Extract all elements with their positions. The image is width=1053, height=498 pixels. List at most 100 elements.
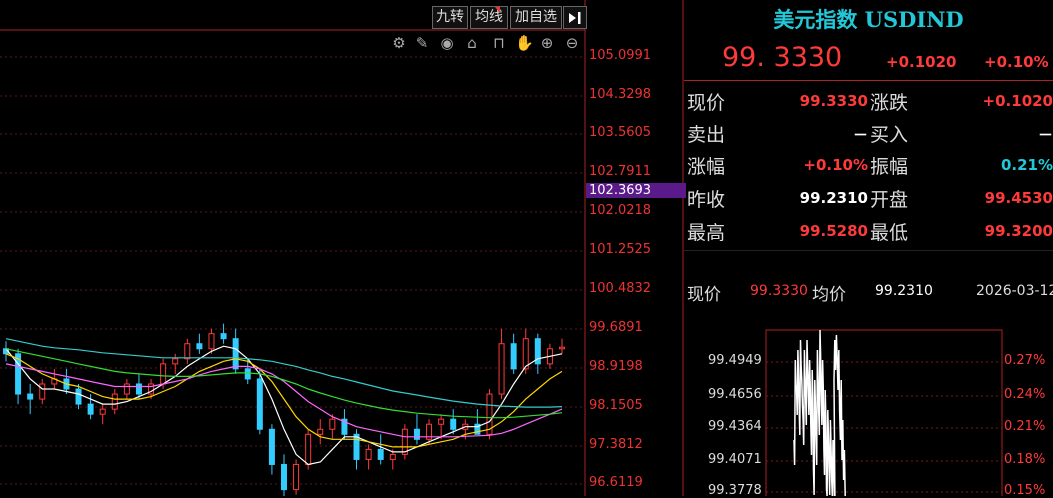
divider bbox=[684, 250, 1053, 251]
ma-button[interactable]: 均线 bbox=[470, 6, 508, 29]
quote-label: 最高 bbox=[687, 222, 726, 244]
quote-label: 涨跌 bbox=[870, 92, 909, 114]
price-tick-label: 102.7911 bbox=[589, 164, 652, 179]
kline-chart[interactable]: 九转 均线 加自选 ⚙ ✎ ◉ ⌂ ⊓ ✋ ⊕ ⊖ bbox=[0, 0, 684, 496]
zoom-out-icon[interactable]: ⊖ bbox=[563, 34, 581, 52]
quote-change: +0.1020 bbox=[886, 53, 957, 71]
quote-label: 卖出 bbox=[687, 124, 726, 146]
candle bbox=[389, 453, 396, 460]
candle bbox=[450, 418, 457, 430]
candle bbox=[329, 418, 336, 430]
candle bbox=[268, 428, 275, 465]
candle bbox=[135, 383, 142, 395]
quote-label: 振幅 bbox=[870, 156, 909, 178]
eye-icon[interactable]: ◉ bbox=[438, 34, 456, 52]
quote-label: 最低 bbox=[870, 222, 909, 244]
intraday-pct-tick: 0.24% bbox=[1004, 387, 1046, 402]
candle bbox=[281, 463, 287, 491]
candle bbox=[377, 448, 384, 460]
candle bbox=[184, 343, 191, 360]
intraday-avg-value: 99.2310 bbox=[875, 283, 933, 299]
jiuzhuan-button[interactable]: 九转 bbox=[432, 6, 468, 29]
quote-value: +0.10% bbox=[803, 156, 868, 174]
intraday-chart[interactable] bbox=[684, 320, 1053, 496]
price-tick-label: 99.6891 bbox=[589, 320, 643, 335]
intraday-pct-tick: 0.18% bbox=[1004, 452, 1046, 467]
candle bbox=[293, 463, 300, 491]
intraday-price-value: 99.3330 bbox=[750, 283, 808, 299]
candle bbox=[27, 393, 34, 400]
add-watch-button[interactable]: 加自选 bbox=[510, 6, 562, 29]
candle bbox=[99, 408, 106, 415]
candle bbox=[522, 338, 529, 370]
price-tick-label: 104.3298 bbox=[589, 87, 652, 102]
quote-value: － bbox=[852, 126, 868, 144]
intraday-price-tick: 99.4656 bbox=[708, 387, 762, 402]
price-tick-label: 105.0991 bbox=[589, 48, 652, 63]
candle bbox=[75, 388, 82, 405]
candle bbox=[510, 343, 517, 370]
candle bbox=[123, 383, 130, 395]
intraday-date: 2026-03-12 bbox=[976, 283, 1053, 299]
intraday-price-line bbox=[793, 329, 846, 496]
quote-label: 现价 bbox=[687, 92, 726, 114]
intraday-price-label: 现价 bbox=[687, 285, 721, 305]
quote-panel: 美元指数 USDIND 99. 3330 +0.1020 +0.10% 现价 99… bbox=[684, 0, 1053, 498]
ma-dropdown-marker bbox=[495, 7, 500, 13]
settings-icon[interactable]: ⚙ bbox=[390, 34, 408, 52]
quote-value: +0.1020 bbox=[982, 92, 1053, 110]
quote-value: － bbox=[1037, 126, 1053, 144]
intraday-pct-tick: 0.27% bbox=[1004, 353, 1046, 368]
intraday-price-tick: 99.4071 bbox=[708, 452, 762, 467]
candle bbox=[172, 358, 179, 365]
candle bbox=[317, 428, 324, 435]
candle bbox=[196, 343, 203, 350]
quote-value: 99.2310 bbox=[799, 189, 868, 207]
candle bbox=[438, 418, 445, 425]
price-tick-label: 103.5605 bbox=[589, 125, 652, 140]
quote-price: 99. 3330 bbox=[722, 42, 843, 73]
basket-icon[interactable]: ⌂ bbox=[463, 34, 481, 52]
quote-value: 99.4530 bbox=[984, 189, 1053, 207]
quote-label: 涨幅 bbox=[687, 156, 726, 178]
price-tick-label: 101.2525 bbox=[589, 242, 652, 257]
collapse-right-icon[interactable] bbox=[563, 6, 587, 29]
quote-label: 买入 bbox=[870, 124, 909, 146]
quote-value: 0.21% bbox=[1000, 156, 1053, 174]
candle bbox=[39, 383, 46, 400]
intraday-price-tick: 99.4949 bbox=[708, 353, 762, 368]
candle bbox=[244, 368, 251, 380]
candle bbox=[365, 448, 372, 460]
intraday-price-tick: 99.4364 bbox=[708, 419, 762, 434]
zoom-in-icon[interactable]: ⊕ bbox=[538, 34, 556, 52]
candle bbox=[160, 363, 167, 385]
candle bbox=[256, 378, 263, 430]
candle bbox=[413, 428, 420, 440]
kline-svg[interactable] bbox=[0, 0, 685, 496]
candle bbox=[305, 433, 312, 465]
hand-icon[interactable]: ✋ bbox=[515, 34, 534, 52]
quote-value: 99.5280 bbox=[799, 222, 868, 240]
price-tick-label: 96.6119 bbox=[589, 475, 643, 490]
price-tick-label: 98.1505 bbox=[589, 398, 643, 413]
candle bbox=[208, 333, 215, 350]
candle bbox=[498, 343, 505, 395]
quote-title: 美元指数 USDIND bbox=[773, 7, 964, 32]
quote-label: 开盘 bbox=[870, 189, 909, 211]
quote-value: 99.3200 bbox=[984, 222, 1053, 240]
lock-icon[interactable]: ⊓ bbox=[490, 34, 508, 52]
current-price-marker: 102.3693 bbox=[586, 183, 686, 198]
intraday-avg-label: 均价 bbox=[812, 285, 846, 305]
price-tick-label: 98.9198 bbox=[589, 359, 643, 374]
candle bbox=[559, 346, 565, 350]
quote-value: 99.3330 bbox=[799, 92, 868, 110]
quote-change-pct: +0.10% bbox=[984, 53, 1049, 71]
pencil-icon[interactable]: ✎ bbox=[413, 34, 431, 52]
quote-label: 昨收 bbox=[687, 189, 726, 211]
candle bbox=[232, 338, 239, 370]
candle bbox=[111, 393, 118, 410]
ma-line bbox=[5, 338, 563, 408]
price-tick-label: 102.0218 bbox=[589, 203, 652, 218]
divider bbox=[684, 80, 1053, 81]
intraday-pct-tick: 0.21% bbox=[1004, 419, 1046, 434]
